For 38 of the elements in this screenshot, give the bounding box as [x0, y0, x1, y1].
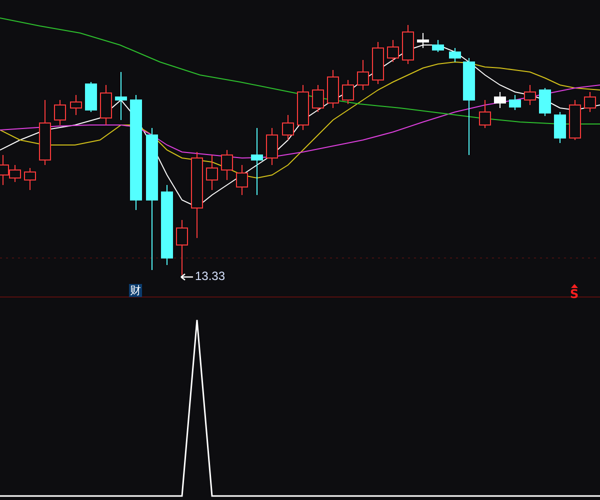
candlestick	[282, 114, 294, 140]
candlestick	[206, 154, 218, 190]
candlestick	[554, 112, 566, 144]
low-price-label: 13.33	[195, 270, 226, 283]
candlestick	[176, 220, 188, 276]
candlestick	[312, 84, 324, 112]
candlestick	[327, 70, 339, 108]
candlestick	[115, 72, 127, 120]
candlestick	[494, 92, 506, 108]
candlestick	[342, 80, 354, 104]
candlestick	[100, 84, 112, 126]
candlestick	[24, 168, 36, 190]
signal-marker: S	[570, 288, 579, 301]
candlestick	[479, 100, 491, 128]
candlestick	[569, 100, 581, 140]
candlestick	[70, 94, 82, 116]
finance-marker: 财	[129, 284, 142, 297]
candlestick	[387, 40, 399, 62]
candlestick	[539, 88, 551, 116]
candlestick	[509, 94, 521, 110]
candlestick	[251, 128, 263, 196]
candlestick	[236, 164, 248, 196]
candlestick	[432, 40, 444, 52]
candlestick	[372, 42, 384, 84]
candlestick	[357, 60, 369, 90]
candlestick	[402, 24, 414, 64]
left-arrow-icon	[180, 273, 194, 281]
candlestick	[266, 128, 278, 166]
candlestick	[85, 82, 97, 112]
candlestick	[54, 100, 66, 126]
up-triangle-icon	[571, 284, 578, 288]
candlestick	[221, 150, 233, 180]
candlestick	[524, 84, 536, 106]
candlestick	[449, 48, 461, 62]
candlestick	[39, 100, 51, 166]
candlestick	[417, 32, 429, 48]
candlestick	[584, 92, 596, 112]
candlestick	[297, 84, 309, 130]
